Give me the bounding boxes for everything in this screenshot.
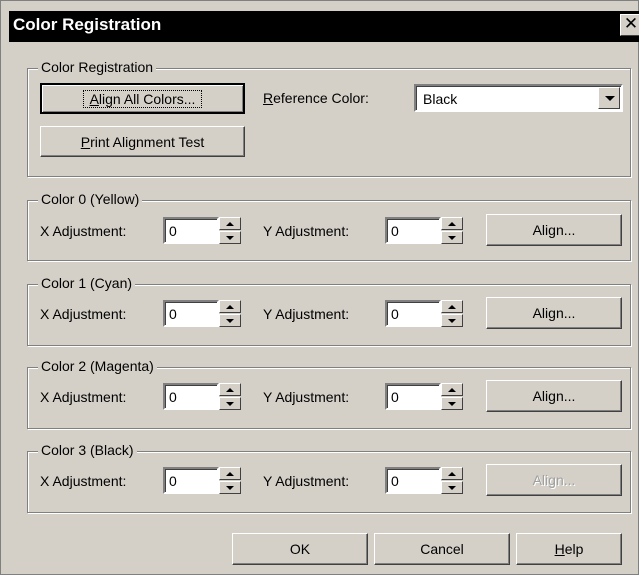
y-adjustment-spinner[interactable]: 0 <box>385 300 464 327</box>
y-adjustment-input[interactable]: 0 <box>385 383 441 410</box>
spin-up-icon[interactable] <box>219 467 241 480</box>
spin-up-icon[interactable] <box>441 300 463 313</box>
spin-up-icon[interactable] <box>441 383 463 396</box>
y-adjustment-label: Y Adjustment: <box>263 389 350 405</box>
title-bar: Color Registration ✕ <box>9 11 639 42</box>
spin-up-icon[interactable] <box>441 217 463 230</box>
spin-down-icon[interactable] <box>441 481 463 494</box>
ok-button[interactable]: OK <box>232 533 368 565</box>
group-label: Color 2 (Magenta) <box>38 358 157 374</box>
window-title: Color Registration <box>13 15 162 34</box>
spin-down-icon[interactable] <box>219 397 241 410</box>
y-adjustment-input[interactable]: 0 <box>385 217 441 244</box>
help-button[interactable]: Help <box>516 533 622 565</box>
y-adjustment-input[interactable]: 0 <box>385 467 441 494</box>
x-adjustment-label: X Adjustment: <box>40 223 127 239</box>
color-registration-dialog: Color Registration ✕ Color Registration … <box>0 0 639 575</box>
group-label: Color 0 (Yellow) <box>38 191 143 207</box>
spin-down-icon[interactable] <box>441 397 463 410</box>
x-adjustment-input[interactable]: 0 <box>163 300 219 327</box>
spin-down-icon[interactable] <box>219 314 241 327</box>
x-adjustment-label: X Adjustment: <box>40 389 127 405</box>
group-label: Color Registration <box>38 59 157 75</box>
align-color-0-button[interactable]: Align... <box>486 214 622 246</box>
close-icon[interactable]: ✕ <box>620 14 639 36</box>
print-alignment-test-button[interactable]: Print Alignment Test <box>40 126 245 157</box>
x-adjustment-label: X Adjustment: <box>40 306 127 322</box>
spin-up-icon[interactable] <box>219 300 241 313</box>
y-adjustment-label: Y Adjustment: <box>263 473 350 489</box>
y-adjustment-label: Y Adjustment: <box>263 306 350 322</box>
x-adjustment-spinner[interactable]: 0 <box>163 467 242 494</box>
group-label: Color 3 (Black) <box>38 442 137 458</box>
cancel-button[interactable]: Cancel <box>374 533 510 565</box>
align-all-colors-button[interactable]: Align All Colors... <box>40 83 245 114</box>
x-adjustment-input[interactable]: 0 <box>163 217 219 244</box>
y-adjustment-spinner[interactable]: 0 <box>385 383 464 410</box>
x-adjustment-spinner[interactable]: 0 <box>163 300 242 327</box>
spin-down-icon[interactable] <box>441 314 463 327</box>
dropdown-arrow-icon[interactable] <box>598 87 620 109</box>
y-adjustment-spinner[interactable]: 0 <box>385 217 464 244</box>
x-adjustment-spinner[interactable]: 0 <box>163 217 242 244</box>
x-adjustment-spinner[interactable]: 0 <box>163 383 242 410</box>
y-adjustment-spinner[interactable]: 0 <box>385 467 464 494</box>
spin-up-icon[interactable] <box>219 383 241 396</box>
reference-color-select[interactable]: Black <box>414 84 623 112</box>
spin-down-icon[interactable] <box>219 481 241 494</box>
spin-down-icon[interactable] <box>219 231 241 244</box>
spin-up-icon[interactable] <box>219 217 241 230</box>
x-adjustment-input[interactable]: 0 <box>163 467 219 494</box>
spin-down-icon[interactable] <box>441 231 463 244</box>
x-adjustment-label: X Adjustment: <box>40 473 127 489</box>
align-color-1-button[interactable]: Align... <box>486 297 622 329</box>
reference-color-value: Black <box>423 91 458 107</box>
group-label: Color 1 (Cyan) <box>38 275 136 291</box>
y-adjustment-input[interactable]: 0 <box>385 300 441 327</box>
y-adjustment-label: Y Adjustment: <box>263 223 350 239</box>
reference-color-label: Reference Color: <box>263 90 369 106</box>
spin-up-icon[interactable] <box>441 467 463 480</box>
align-color-3-button[interactable]: Align... <box>486 464 622 496</box>
x-adjustment-input[interactable]: 0 <box>163 383 219 410</box>
align-color-2-button[interactable]: Align... <box>486 380 622 412</box>
